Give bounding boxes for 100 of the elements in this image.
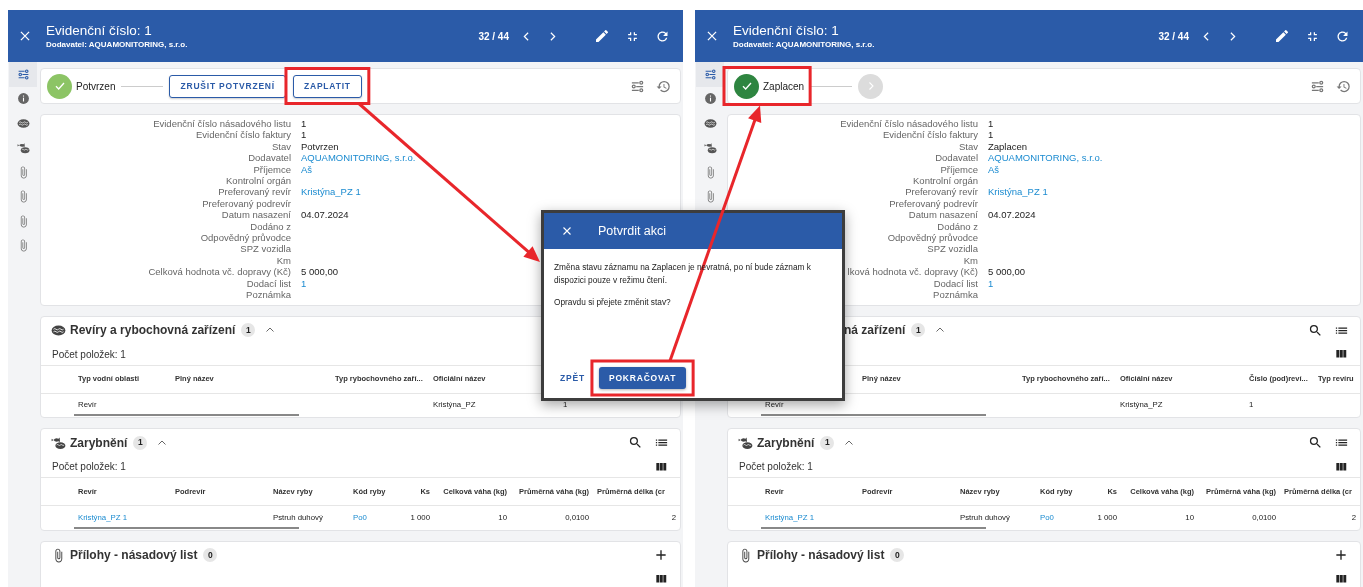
field-value: Zaplacen	[988, 140, 1028, 153]
info-icon	[703, 92, 717, 106]
add-icon	[653, 547, 669, 563]
field-label: Preferovaný podrevír	[889, 197, 978, 209]
field-label: Dodací list	[933, 277, 978, 289]
field-label: Evidenční číslo faktury	[195, 129, 291, 141]
field-label: Preferovaný podrevír	[202, 197, 291, 209]
history-icon	[1335, 78, 1351, 94]
dialog-title: Potvrdit akci	[598, 222, 667, 240]
dialog-message: Opravdu si přejete změnit stav?	[554, 296, 672, 309]
close-icon	[18, 29, 32, 43]
close-icon	[561, 225, 573, 237]
field-label: Příjemce	[940, 163, 978, 175]
section-title: Přílohy - násadový list	[70, 547, 198, 564]
columns-icon	[1334, 347, 1348, 361]
field-link[interactable]: AQUAMONITORING, s.r.o.	[301, 152, 416, 164]
field-label: Poznámka	[246, 289, 291, 301]
field-link[interactable]: Kristýna_PZ 1	[988, 186, 1048, 198]
field-value: 5 000,00	[988, 266, 1025, 278]
field-label: Km	[276, 254, 291, 266]
field-label: Stav	[272, 140, 291, 152]
workflow-icon	[16, 67, 30, 81]
field-link[interactable]: 1	[301, 277, 307, 290]
scrollbar[interactable]	[74, 414, 299, 416]
pencil-icon	[594, 28, 610, 44]
columns-icon	[654, 572, 668, 586]
fish-badge-icon	[16, 116, 30, 130]
columns-icon	[1334, 572, 1348, 586]
field-value: 04.07.2024	[988, 209, 1036, 221]
field-label: Dodací list	[246, 277, 291, 289]
workflow-icon	[1309, 78, 1325, 94]
pager-text: 32 / 44	[1158, 29, 1189, 44]
section-title: Zarybnění	[70, 434, 128, 452]
back-button[interactable]: ZPĚT	[552, 367, 593, 389]
field-link[interactable]: Aš	[988, 163, 1000, 176]
action-button[interactable]: ZAPLATIT	[292, 74, 362, 98]
fish-icon	[703, 141, 717, 155]
field-label: Preferovaný revír	[905, 186, 978, 198]
field-label: Km	[963, 254, 978, 266]
fish-icon	[738, 435, 753, 450]
confirm-button[interactable]: POKRAČOVAT	[598, 367, 687, 389]
count-badge: 1	[820, 435, 835, 450]
status-label: Zaplacen	[763, 79, 805, 94]
rail-tab[interactable]	[696, 62, 724, 87]
workflow-icon	[629, 78, 645, 94]
action-button[interactable]: ZRUŠIT POTVRZENÍ	[169, 74, 286, 98]
count-badge: 1	[133, 435, 148, 450]
fish-icon	[51, 435, 66, 450]
status-label: Potvrzen	[76, 79, 116, 94]
count-badge: 0	[890, 548, 905, 562]
field-label: SPZ vozidla	[240, 243, 291, 255]
section-title: Revíry a rybochovná zařízení	[70, 322, 236, 339]
add-icon	[1333, 547, 1349, 563]
pager-text: 32 / 44	[478, 29, 509, 44]
field-link[interactable]: AQUAMONITORING, s.r.o.	[988, 152, 1103, 164]
search-icon	[1307, 435, 1323, 450]
fish-icon	[16, 141, 30, 155]
record-title: Evidenční číslo: 1	[733, 22, 840, 39]
field-value: 1	[988, 118, 994, 130]
count-badge: 0	[203, 548, 218, 562]
field-label: Dodáno z	[250, 220, 291, 232]
scrollbar[interactable]	[74, 526, 299, 529]
section-title: Přílohy - násadový list	[757, 547, 885, 564]
count-badge: 1	[911, 323, 926, 337]
close-icon	[705, 29, 719, 43]
fish-badge-icon	[703, 116, 717, 130]
field-label: Stav	[959, 140, 978, 152]
field-link[interactable]: Aš	[301, 163, 313, 176]
item-count: Počet položek: 1	[52, 347, 126, 362]
field-label: Odpovědný průvodce	[887, 232, 978, 244]
field-label: Dodavatel	[935, 152, 978, 164]
field-label: lková hodnota vč. dopravy (Kč)	[847, 266, 978, 278]
field-label: Celková hodnota vč. dopravy (Kč)	[148, 266, 291, 278]
field-label: Poznámka	[933, 289, 978, 301]
field-label: Dodáno z	[937, 220, 978, 232]
search-icon	[627, 435, 643, 450]
count-badge: 1	[241, 323, 256, 337]
field-link[interactable]: 1	[988, 277, 994, 290]
field-label: Evidenční číslo faktury	[882, 129, 978, 141]
item-count: Počet položek: 1	[52, 460, 126, 474]
record-title: Evidenční číslo: 1	[46, 22, 153, 39]
scrollbar[interactable]	[761, 414, 986, 416]
history-icon	[655, 78, 671, 94]
item-count: Počet položek: 1	[739, 460, 813, 474]
field-value: 1	[988, 129, 994, 141]
field-label: Příjemce	[253, 163, 291, 175]
field-label: Kontrolní orgán	[913, 175, 978, 187]
field-link[interactable]: Kristýna_PZ 1	[301, 186, 361, 198]
field-label: Evidenční číslo násadového listu	[840, 118, 978, 129]
record-subtitle: Dodavatel: AQUAMONITORING, s.r.o.	[733, 38, 876, 50]
search-icon	[1307, 322, 1323, 338]
field-label: Datum nasazení	[908, 209, 978, 221]
field-value: Potvrzen	[301, 140, 339, 153]
scrollbar[interactable]	[761, 526, 986, 529]
field-label: Evidenční číslo násadového listu	[153, 118, 291, 129]
section-title: ná zařízení	[844, 322, 906, 339]
record-subtitle: Dodavatel: AQUAMONITORING, s.r.o.	[46, 38, 189, 50]
rail-tab[interactable]	[9, 62, 37, 87]
field-label: SPZ vozidla	[927, 243, 978, 255]
field-value: 04.07.2024	[301, 209, 349, 221]
